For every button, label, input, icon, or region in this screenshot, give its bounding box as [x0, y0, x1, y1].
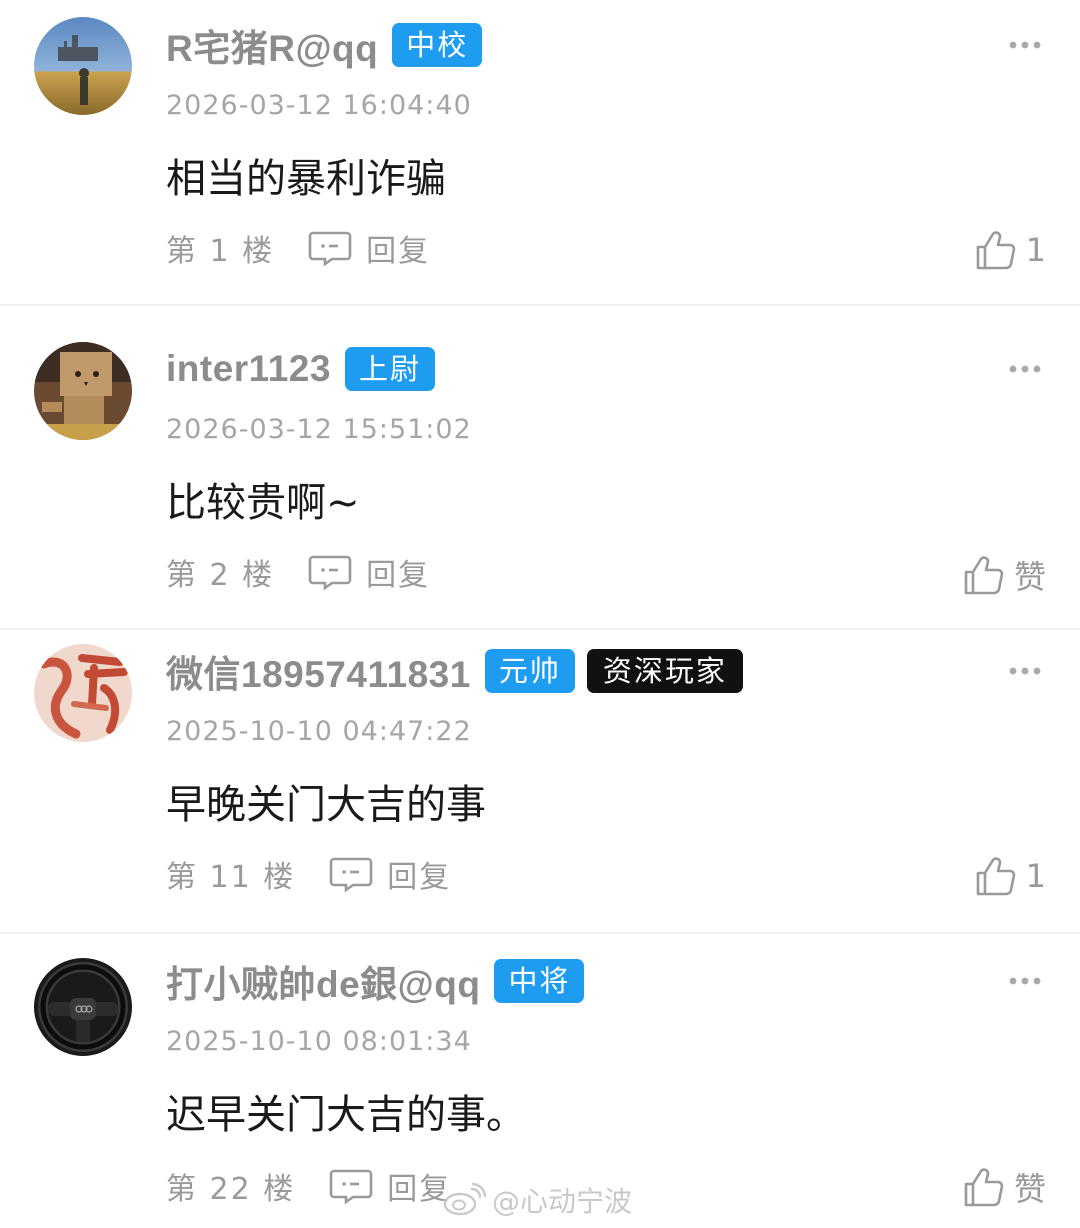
floor-number: 第 22 楼	[166, 1172, 296, 1207]
comment-bubble-icon[interactable]	[308, 230, 352, 266]
comment-bubble-icon[interactable]	[329, 856, 373, 892]
weibo-logo-icon	[443, 1183, 486, 1216]
watermark: @心动宁波	[442, 1180, 632, 1220]
reply-button[interactable]: 回复	[366, 550, 430, 594]
avatar[interactable]	[34, 958, 132, 1056]
comment-bubble-icon[interactable]	[308, 554, 352, 590]
reply-button[interactable]: 回复	[387, 852, 451, 896]
comment-timestamp: 2026-03-12 16:04:40	[166, 90, 472, 121]
thumbs-up-icon	[964, 556, 1004, 595]
more-options-icon[interactable]	[1008, 364, 1042, 374]
more-options-icon[interactable]	[1008, 976, 1042, 986]
more-options-icon[interactable]	[1008, 666, 1042, 676]
comment-text: 相当的暴利诈骗	[166, 156, 446, 202]
avatar[interactable]	[34, 342, 132, 440]
avatar[interactable]	[34, 17, 132, 115]
like-label: 赞	[1013, 558, 1046, 596]
username[interactable]: 微信18957411831	[166, 644, 471, 698]
more-options-icon[interactable]	[1008, 40, 1042, 50]
comment-timestamp: 2025-10-10 08:01:34	[166, 1026, 472, 1057]
like-button[interactable]: 赞	[962, 552, 1046, 598]
comment-timestamp: 2026-03-12 15:51:02	[166, 414, 472, 445]
username[interactable]: 打小贼帥de銀@qq	[166, 954, 480, 1008]
rank-badge: 中校	[392, 23, 483, 67]
watermark-text: @心动宁波	[492, 1185, 633, 1218]
like-count: 1	[1025, 231, 1046, 269]
title-badge: 资深玩家	[586, 649, 743, 693]
username[interactable]: inter1123	[166, 348, 331, 390]
comment-card: R宅猪R@qq 中校 2026-03-12 16:04:40 相当的暴利诈骗 第…	[0, 0, 1080, 304]
comment-text: 早晚关门大吉的事	[166, 782, 486, 828]
floor-number: 第 11 楼	[166, 860, 296, 895]
comment-text: 比较贵啊~	[166, 480, 360, 526]
like-button[interactable]: 1	[974, 228, 1046, 272]
floor-number: 第 2 楼	[166, 558, 275, 593]
comment-text: 迟早关门大吉的事。	[166, 1092, 526, 1138]
username[interactable]: R宅猪R@qq	[166, 18, 378, 72]
like-count: 1	[1025, 857, 1046, 895]
like-button[interactable]: 1	[974, 854, 1046, 898]
like-label: 赞	[1013, 1170, 1046, 1208]
thumbs-up-icon	[964, 1168, 1004, 1207]
reply-button[interactable]: 回复	[366, 226, 430, 270]
thumbs-up-icon	[976, 231, 1015, 270]
comment-card: inter1123 上尉 2026-03-12 15:51:02 比较贵啊~ 第…	[0, 306, 1080, 628]
floor-number: 第 1 楼	[166, 234, 275, 269]
rank-badge: 元帅	[484, 649, 575, 693]
like-button[interactable]: 赞	[962, 1164, 1046, 1210]
comment-timestamp: 2025-10-10 04:47:22	[166, 716, 472, 747]
rank-badge: 中将	[494, 959, 585, 1003]
comment-card: 微信18957411831 元帅 资深玩家 2025-10-10 04:47:2…	[0, 630, 1080, 932]
comment-bubble-icon[interactable]	[329, 1168, 373, 1204]
thumbs-up-icon	[976, 857, 1015, 896]
avatar[interactable]	[34, 644, 132, 742]
rank-badge: 上尉	[344, 347, 435, 391]
